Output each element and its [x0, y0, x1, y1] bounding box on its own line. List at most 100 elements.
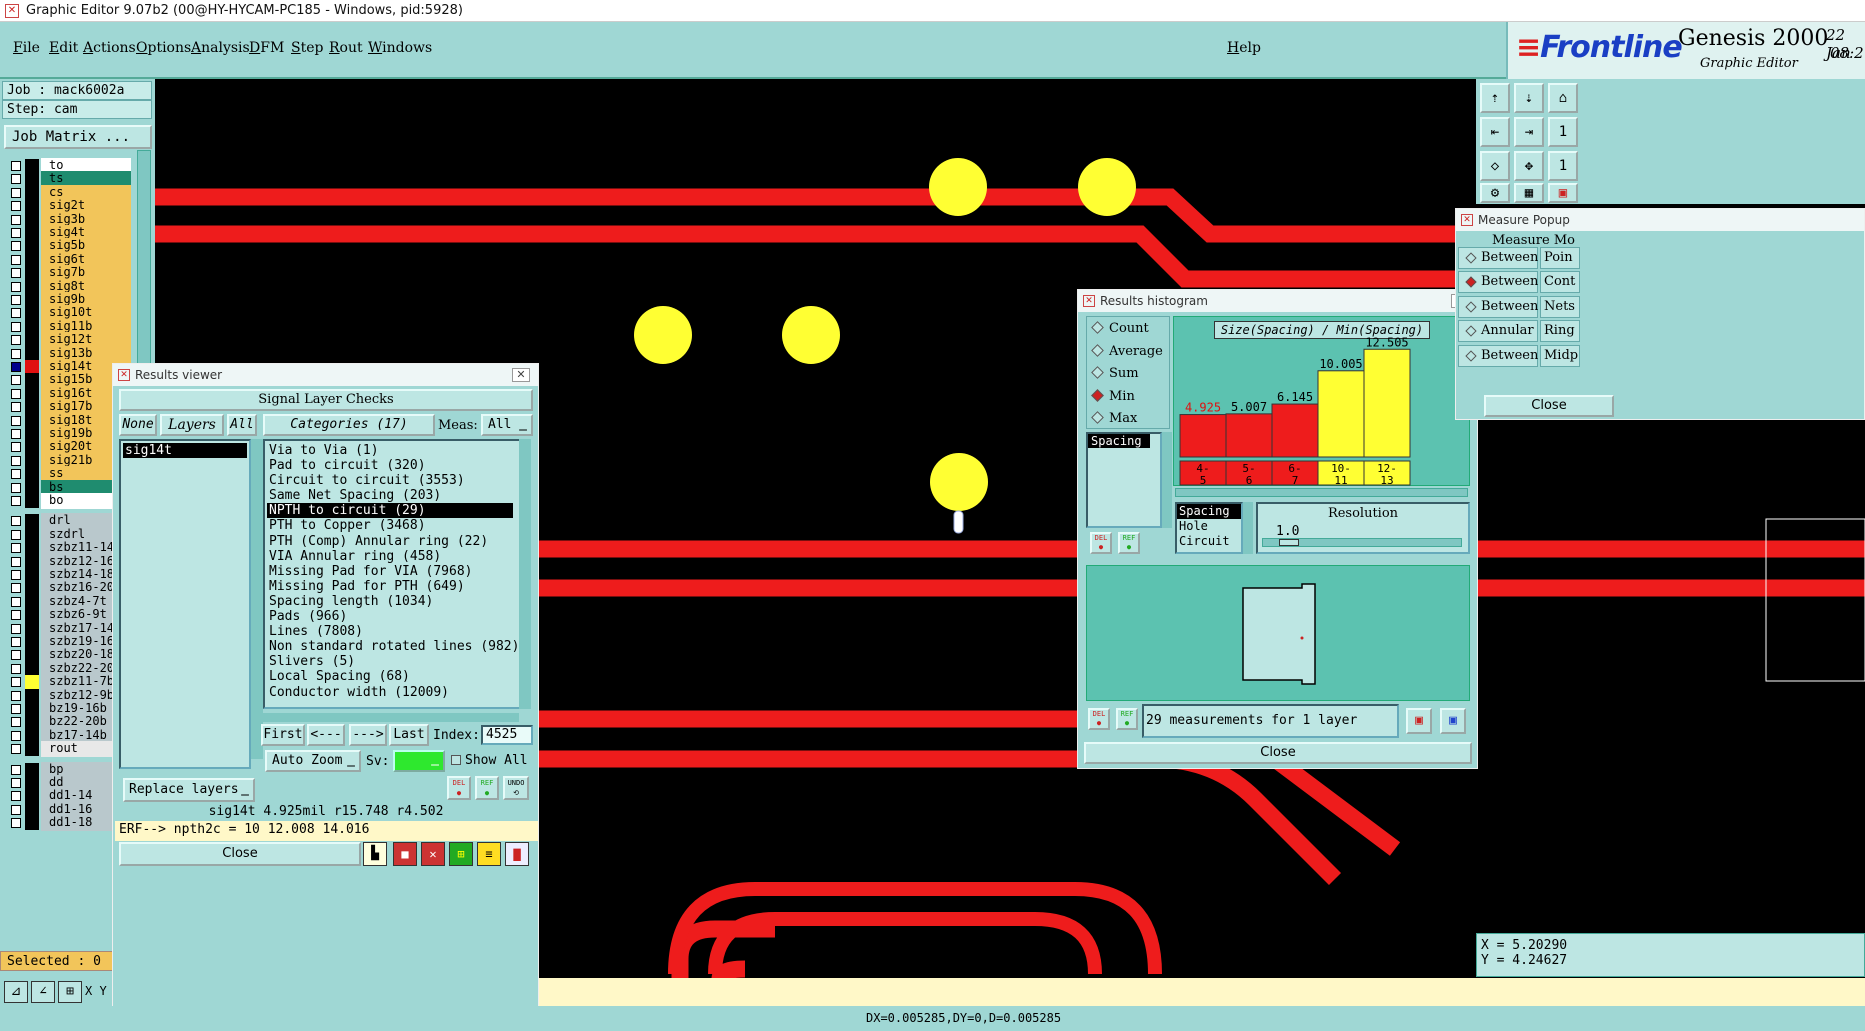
ratio-icon[interactable]: 1: [1548, 151, 1578, 181]
ref-icon[interactable]: REF ●: [1118, 532, 1140, 554]
histogram-close-button[interactable]: Close: [1084, 742, 1472, 764]
results-viewer-close-button[interactable]: Close: [119, 842, 361, 866]
undo-icon[interactable]: UNDO ⟲: [503, 776, 529, 800]
measure-close-button[interactable]: Close: [1484, 395, 1614, 417]
layers-button[interactable]: Layers: [160, 414, 224, 436]
meas-dropdown[interactable]: All ‗: [481, 414, 533, 436]
measure-tool-icon[interactable]: ∠: [31, 981, 55, 1003]
auto-zoom-dropdown[interactable]: Auto Zoom ‗: [265, 750, 361, 772]
layer-checkbox[interactable]: [11, 791, 21, 802]
layer-checkbox[interactable]: [11, 228, 21, 238]
zoom-one-icon[interactable]: 1: [1548, 117, 1578, 147]
measure-mode-type[interactable]: Nets: [1540, 295, 1580, 318]
measure-mode-option[interactable]: Between: [1458, 295, 1538, 318]
category-item[interactable]: NPTH to circuit (29): [267, 503, 513, 519]
mode-option-count[interactable]: Count: [1091, 321, 1149, 336]
snap-icon[interactable]: ▣: [1548, 183, 1578, 203]
histogram-bar[interactable]: [1271, 403, 1319, 458]
layer-checkbox[interactable]: [11, 268, 21, 279]
layer-checkbox[interactable]: [11, 818, 21, 829]
close-icon[interactable]: ✕: [512, 368, 530, 382]
job-matrix-button[interactable]: Job Matrix ...: [4, 125, 152, 149]
category-list[interactable]: Via to Via (1) Pad to circuit (320) Circui…: [263, 439, 521, 709]
layer-checkbox[interactable]: [11, 610, 21, 621]
zoom-icon[interactable]: ▣: [1440, 708, 1466, 734]
type-item-circuit[interactable]: Circuit: [1177, 534, 1241, 549]
histogram-bar[interactable]: [1225, 413, 1273, 458]
layer-checkbox[interactable]: [11, 281, 21, 292]
layer-checkbox[interactable]: [11, 254, 21, 265]
layer-checkbox[interactable]: [11, 482, 21, 493]
layer-checkbox[interactable]: [11, 161, 21, 171]
type-item-spacing[interactable]: Spacing: [1177, 504, 1241, 519]
result-layer-item[interactable]: sig14t: [123, 443, 247, 458]
menu-options[interactable]: Options: [136, 40, 191, 56]
category-hscrollbar[interactable]: [263, 713, 519, 722]
resolution-slider-handle[interactable]: [1279, 539, 1299, 546]
measure-mode-type[interactable]: Midp: [1540, 344, 1580, 367]
category-item[interactable]: Lines (7808): [267, 624, 519, 639]
layer-color-swatch[interactable]: [25, 742, 39, 757]
pan-left-icon[interactable]: ⇤: [1480, 117, 1510, 147]
next-button[interactable]: --->: [349, 724, 387, 746]
last-button[interactable]: Last: [389, 724, 429, 746]
type-item-hole[interactable]: Hole: [1177, 519, 1241, 534]
layer-checkbox[interactable]: [11, 335, 21, 346]
histogram-bar[interactable]: [1179, 414, 1227, 458]
measure-mode-type[interactable]: Cont: [1540, 271, 1580, 294]
layer-checkbox[interactable]: [11, 442, 21, 453]
measure-mode-option[interactable]: Between: [1458, 271, 1538, 294]
layer-checkbox[interactable]: [11, 348, 21, 359]
layer-up-icon[interactable]: ⇡: [1480, 83, 1510, 113]
snap-tool-icon[interactable]: ⊿: [4, 981, 28, 1003]
layer-checkbox[interactable]: [11, 201, 21, 212]
layer-checkbox[interactable]: [11, 469, 21, 480]
layer-results-list[interactable]: sig14t: [119, 439, 251, 769]
category-item[interactable]: Same Net Spacing (203): [267, 488, 519, 503]
category-item[interactable]: Pads (966): [267, 609, 519, 624]
grid-icon[interactable]: ▦: [1514, 183, 1544, 203]
drill-layer-row[interactable]: rout: [8, 741, 131, 758]
type-list-scrollbar[interactable]: [1243, 502, 1253, 554]
mode-option-sum[interactable]: Sum: [1091, 366, 1139, 381]
report-icon[interactable]: ≡: [477, 842, 501, 866]
layer-checkbox[interactable]: [11, 804, 21, 815]
measure-mode-option[interactable]: Between: [1458, 344, 1538, 367]
menu-step[interactable]: Step: [291, 40, 323, 56]
layer-checkbox[interactable]: [11, 583, 21, 594]
categories-button[interactable]: Categories (17): [263, 414, 435, 436]
layer-color-swatch[interactable]: [25, 816, 39, 831]
measure-mode-type[interactable]: Poin: [1540, 247, 1580, 269]
category-item[interactable]: PTH to Copper (3468): [267, 518, 519, 533]
cmd-line[interactable]: ERF--> npth2c = 10 12.008 14.016: [115, 821, 538, 841]
layer-down-icon[interactable]: ⇣: [1514, 83, 1544, 113]
histogram-bar[interactable]: [1363, 348, 1411, 458]
histogram-bar[interactable]: [1317, 370, 1365, 458]
layer-checkbox[interactable]: [11, 677, 21, 688]
category-item[interactable]: Missing Pad for VIA (7968): [267, 564, 519, 579]
layer-checkbox[interactable]: [11, 570, 21, 580]
layer-checkbox[interactable]: [11, 596, 21, 607]
layer-checkbox[interactable]: [11, 174, 21, 185]
menu-edit[interactable]: Edit: [49, 40, 78, 56]
del-icon[interactable]: DEL ●: [447, 776, 471, 800]
layer-checkbox[interactable]: [11, 704, 21, 714]
layer-checkbox[interactable]: [11, 415, 21, 426]
pan-right-icon[interactable]: ⇥: [1514, 117, 1544, 147]
home-icon[interactable]: ⌂: [1548, 83, 1578, 113]
resolution-slider[interactable]: [1262, 538, 1462, 547]
layer-checkbox[interactable]: [11, 663, 21, 674]
layer-checkbox[interactable]: [11, 214, 21, 225]
sv-color-dropdown[interactable]: ‗: [393, 750, 445, 772]
ref-icon[interactable]: REF ●: [475, 776, 499, 800]
category-item[interactable]: Via to Via (1): [267, 443, 519, 458]
layer-checkbox[interactable]: [11, 778, 21, 788]
layer-checkbox[interactable]: [11, 388, 21, 399]
mode-option-min[interactable]: Min: [1091, 389, 1135, 404]
layer-checkbox[interactable]: [11, 690, 21, 701]
category-item[interactable]: Circuit to circuit (3553): [267, 473, 519, 488]
type-list[interactable]: Spacing Hole Circuit: [1175, 502, 1243, 554]
del-icon[interactable]: DEL ●: [1088, 708, 1110, 730]
menu-analysis[interactable]: Analysis: [191, 40, 250, 56]
histogram-list[interactable]: Spacing: [1086, 432, 1162, 528]
